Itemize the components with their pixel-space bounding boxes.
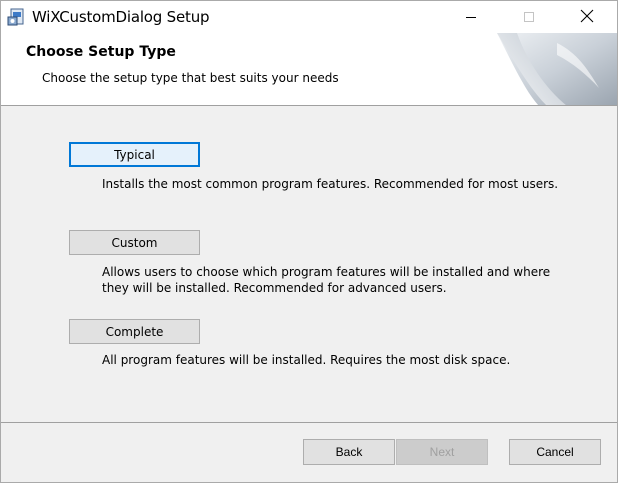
typical-description: Installs the most common program feature… (102, 177, 559, 191)
complete-button[interactable]: Complete (69, 319, 200, 344)
page-curl-banner-icon (487, 33, 617, 106)
back-button[interactable]: Back (303, 439, 395, 465)
cancel-button[interactable]: Cancel (509, 439, 601, 465)
page-title: Choose Setup Type (26, 44, 176, 60)
setup-dialog-window: WiXCustomDialog Setup Choose Setup Type … (0, 0, 618, 483)
installer-app-icon (7, 7, 27, 27)
next-button[interactable]: Next (396, 439, 488, 465)
custom-button[interactable]: Custom (69, 230, 200, 255)
title-bar[interactable]: WiXCustomDialog Setup (1, 1, 617, 33)
maximize-button (506, 1, 552, 33)
complete-description: All program features will be installed. … (102, 353, 511, 367)
custom-description: Allows users to choose which program fea… (102, 265, 551, 295)
typical-button[interactable]: Typical (69, 142, 200, 167)
minimize-button[interactable] (448, 1, 494, 33)
page-description: Choose the setup type that best suits yo… (42, 71, 339, 85)
window-title: WiXCustomDialog Setup (32, 8, 210, 26)
minimize-icon (465, 8, 477, 27)
close-button[interactable] (564, 1, 610, 33)
dialog-header: Choose Setup Type Choose the setup type … (1, 33, 617, 106)
footer-divider (1, 422, 617, 423)
maximize-icon (523, 8, 535, 27)
header-divider (1, 105, 617, 106)
close-icon (580, 8, 594, 27)
